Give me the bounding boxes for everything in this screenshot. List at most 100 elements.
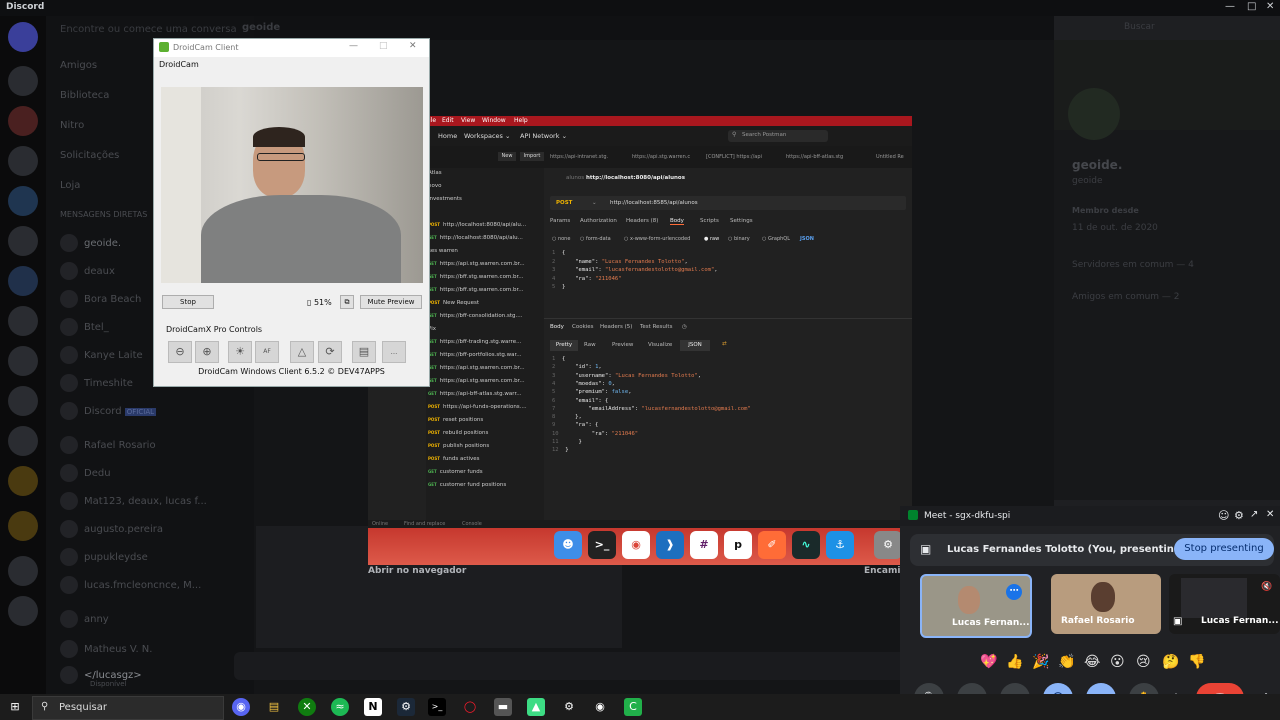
collection-item[interactable]: GET https://api.stg.warren.com.br... (428, 365, 525, 371)
response-format-select[interactable]: JSON (680, 340, 710, 351)
dm-item[interactable]: Bora Beach (60, 290, 141, 308)
request-tab[interactable]: https://api-bff-atlas.stg (786, 154, 843, 160)
nav-item-requests[interactable]: Solicitações (60, 150, 119, 161)
dm-item[interactable]: Timeshite (60, 374, 133, 392)
tab-scripts[interactable]: Scripts (700, 218, 719, 224)
import-button[interactable]: Import (520, 152, 544, 161)
steam-icon[interactable]: ⚙ (397, 698, 415, 716)
request-tab[interactable]: Untitled Re (876, 154, 904, 160)
more-icon[interactable]: ... (382, 341, 406, 363)
screenshot-icon[interactable]: ⧉ (340, 295, 354, 309)
minimize-icon[interactable]: — (349, 41, 358, 51)
collection-item[interactable]: GET https://api.stg.warren.com.br... (428, 261, 525, 267)
server-icon[interactable] (8, 466, 38, 496)
explore-icon[interactable] (8, 596, 38, 626)
participant-tile[interactable]: ⋯ Lucas Fernan... (920, 574, 1032, 638)
nav-item-friends[interactable]: Amigos (60, 60, 97, 71)
dm-item[interactable]: Dedu (60, 464, 111, 482)
zoom-in-icon[interactable]: ⊕ (195, 341, 219, 363)
collection-item[interactable]: investments (428, 196, 462, 202)
nav-api-network[interactable]: API Network ⌄ (520, 132, 567, 140)
server-icon[interactable] (8, 511, 38, 541)
collection-item[interactable]: POST reset positions (428, 417, 483, 423)
collection-item[interactable]: GET customer funds (428, 469, 483, 475)
collection-item[interactable]: POST http://localhost:8080/api/alu... (428, 222, 526, 228)
reaction-thumbs-up[interactable]: 👍 (1006, 654, 1023, 670)
minimize-icon[interactable]: — (1225, 1, 1235, 12)
url-bar[interactable]: POST ⌄ http://localhost:8585/api/alunos (550, 196, 906, 210)
collection-item[interactable]: POST rebuild positions (428, 430, 488, 436)
dm-item[interactable]: deaux (60, 262, 115, 280)
docker-icon[interactable]: ⚓ (826, 531, 854, 559)
server-icon[interactable] (8, 386, 38, 416)
mute-preview-button[interactable]: Mute Preview (360, 295, 422, 309)
tab-test-results[interactable]: Test Results (640, 324, 672, 330)
settings-icon[interactable]: ⚙ (874, 531, 902, 559)
postman-search[interactable]: Search Postman ⚲ (728, 130, 828, 142)
dm-item[interactable]: Rafael Rosario (60, 436, 156, 454)
find-replace-button[interactable]: Find and replace (404, 521, 445, 527)
view-visualize[interactable]: Visualize (648, 342, 672, 348)
collection-item[interactable]: GET customer fund positions (428, 482, 506, 488)
reaction-heart[interactable]: 💖 (980, 654, 997, 670)
menu-window[interactable]: Window (482, 117, 506, 124)
collection-item[interactable]: GET https://bff-portfolios.stg.war... (428, 352, 521, 358)
notion-icon[interactable]: N (364, 698, 382, 716)
history-icon[interactable]: ◷ (682, 324, 687, 330)
collection-item[interactable]: POST https://api-funds-operations.... (428, 404, 527, 410)
server-icon[interactable] (8, 106, 38, 136)
wrap-icon[interactable]: ⇄ (722, 341, 727, 347)
view-preview[interactable]: Preview (612, 342, 633, 348)
console-button[interactable]: Console (462, 521, 482, 527)
message-input[interactable] (234, 652, 1014, 680)
xbox-icon[interactable]: ✕ (298, 698, 316, 716)
radio-none[interactable]: ○ none (552, 236, 570, 242)
chrome-icon[interactable]: ◉ (622, 531, 650, 559)
radio-graphql[interactable]: ○ GraphQL (762, 236, 790, 242)
nav-item-library[interactable]: Biblioteca (60, 90, 109, 101)
save-image-icon[interactable]: ▤ (352, 341, 376, 363)
new-button[interactable]: New (498, 152, 516, 161)
server-icon[interactable] (8, 226, 38, 256)
collection-item[interactable]: GET https://bff-trading.stg.warre... (428, 339, 521, 345)
reaction-clap[interactable]: 👏 (1058, 654, 1075, 670)
collection-item[interactable]: GET https://api-bff-atlas.stg.warr... (428, 391, 521, 397)
mouse-icon[interactable]: ◉ (591, 698, 609, 716)
nav-workspaces[interactable]: Workspaces ⌄ (464, 132, 510, 140)
dm-item[interactable]: pupukleydse (60, 548, 148, 566)
postman-icon[interactable]: ✐ (758, 531, 786, 559)
collection-item[interactable]: POST publish positions (428, 443, 489, 449)
reaction-party[interactable]: 🎉 (1032, 654, 1049, 670)
collection-item[interactable]: GET https://api.stg.warren.com.br... (428, 378, 525, 384)
tab-headers[interactable]: Headers (8) (626, 218, 658, 224)
menu-edit[interactable]: Edit (442, 117, 454, 124)
dm-item[interactable]: Matheus V. N. (60, 640, 152, 658)
emoji-icon[interactable]: ☺ (1218, 509, 1229, 522)
tab-authorization[interactable]: Authorization (580, 218, 617, 224)
taskbar-search[interactable]: ⚲ Pesquisar (32, 696, 224, 720)
reaction-sad[interactable]: 😢 (1136, 654, 1151, 670)
participant-tile[interactable]: Rafael Rosario (1051, 574, 1161, 634)
menu-help[interactable]: Help (514, 117, 528, 124)
add-server-icon[interactable] (8, 556, 38, 586)
dm-item[interactable]: Kanye Laite (60, 346, 143, 364)
url-input[interactable]: http://localhost:8585/api/alunos (610, 200, 698, 206)
rotate-icon[interactable]: ⟳ (318, 341, 342, 363)
brightness-icon[interactable]: ☀ (228, 341, 252, 363)
more-options-icon[interactable]: ⋯ (1006, 584, 1022, 600)
tab-response-headers[interactable]: Headers (5) (600, 324, 632, 330)
terminal-icon[interactable]: >_ (428, 698, 446, 716)
menu-view[interactable]: View (461, 117, 475, 124)
request-tab[interactable]: [CONFLICT] https://api (706, 154, 762, 160)
dm-item[interactable]: geoide. (60, 234, 121, 252)
tab-response-body[interactable]: Body (550, 324, 564, 330)
collection-item[interactable]: GET http://localhost:8080/api/alu... (428, 235, 523, 241)
windows-start-icon[interactable]: ⊞ (6, 698, 24, 716)
collection-item[interactable]: GET https://bff.stg.warren.com.br... (428, 287, 524, 293)
open-external-icon[interactable]: ↗ (1250, 509, 1258, 520)
server-icon[interactable] (8, 346, 38, 376)
maximize-icon[interactable]: □ (1247, 1, 1256, 12)
participant-tile[interactable]: 🔇 ▣ Lucas Fernan... (1169, 574, 1280, 634)
file-explorer-icon[interactable]: ▤ (265, 698, 283, 716)
discord-search[interactable]: Buscar (1124, 22, 1155, 32)
